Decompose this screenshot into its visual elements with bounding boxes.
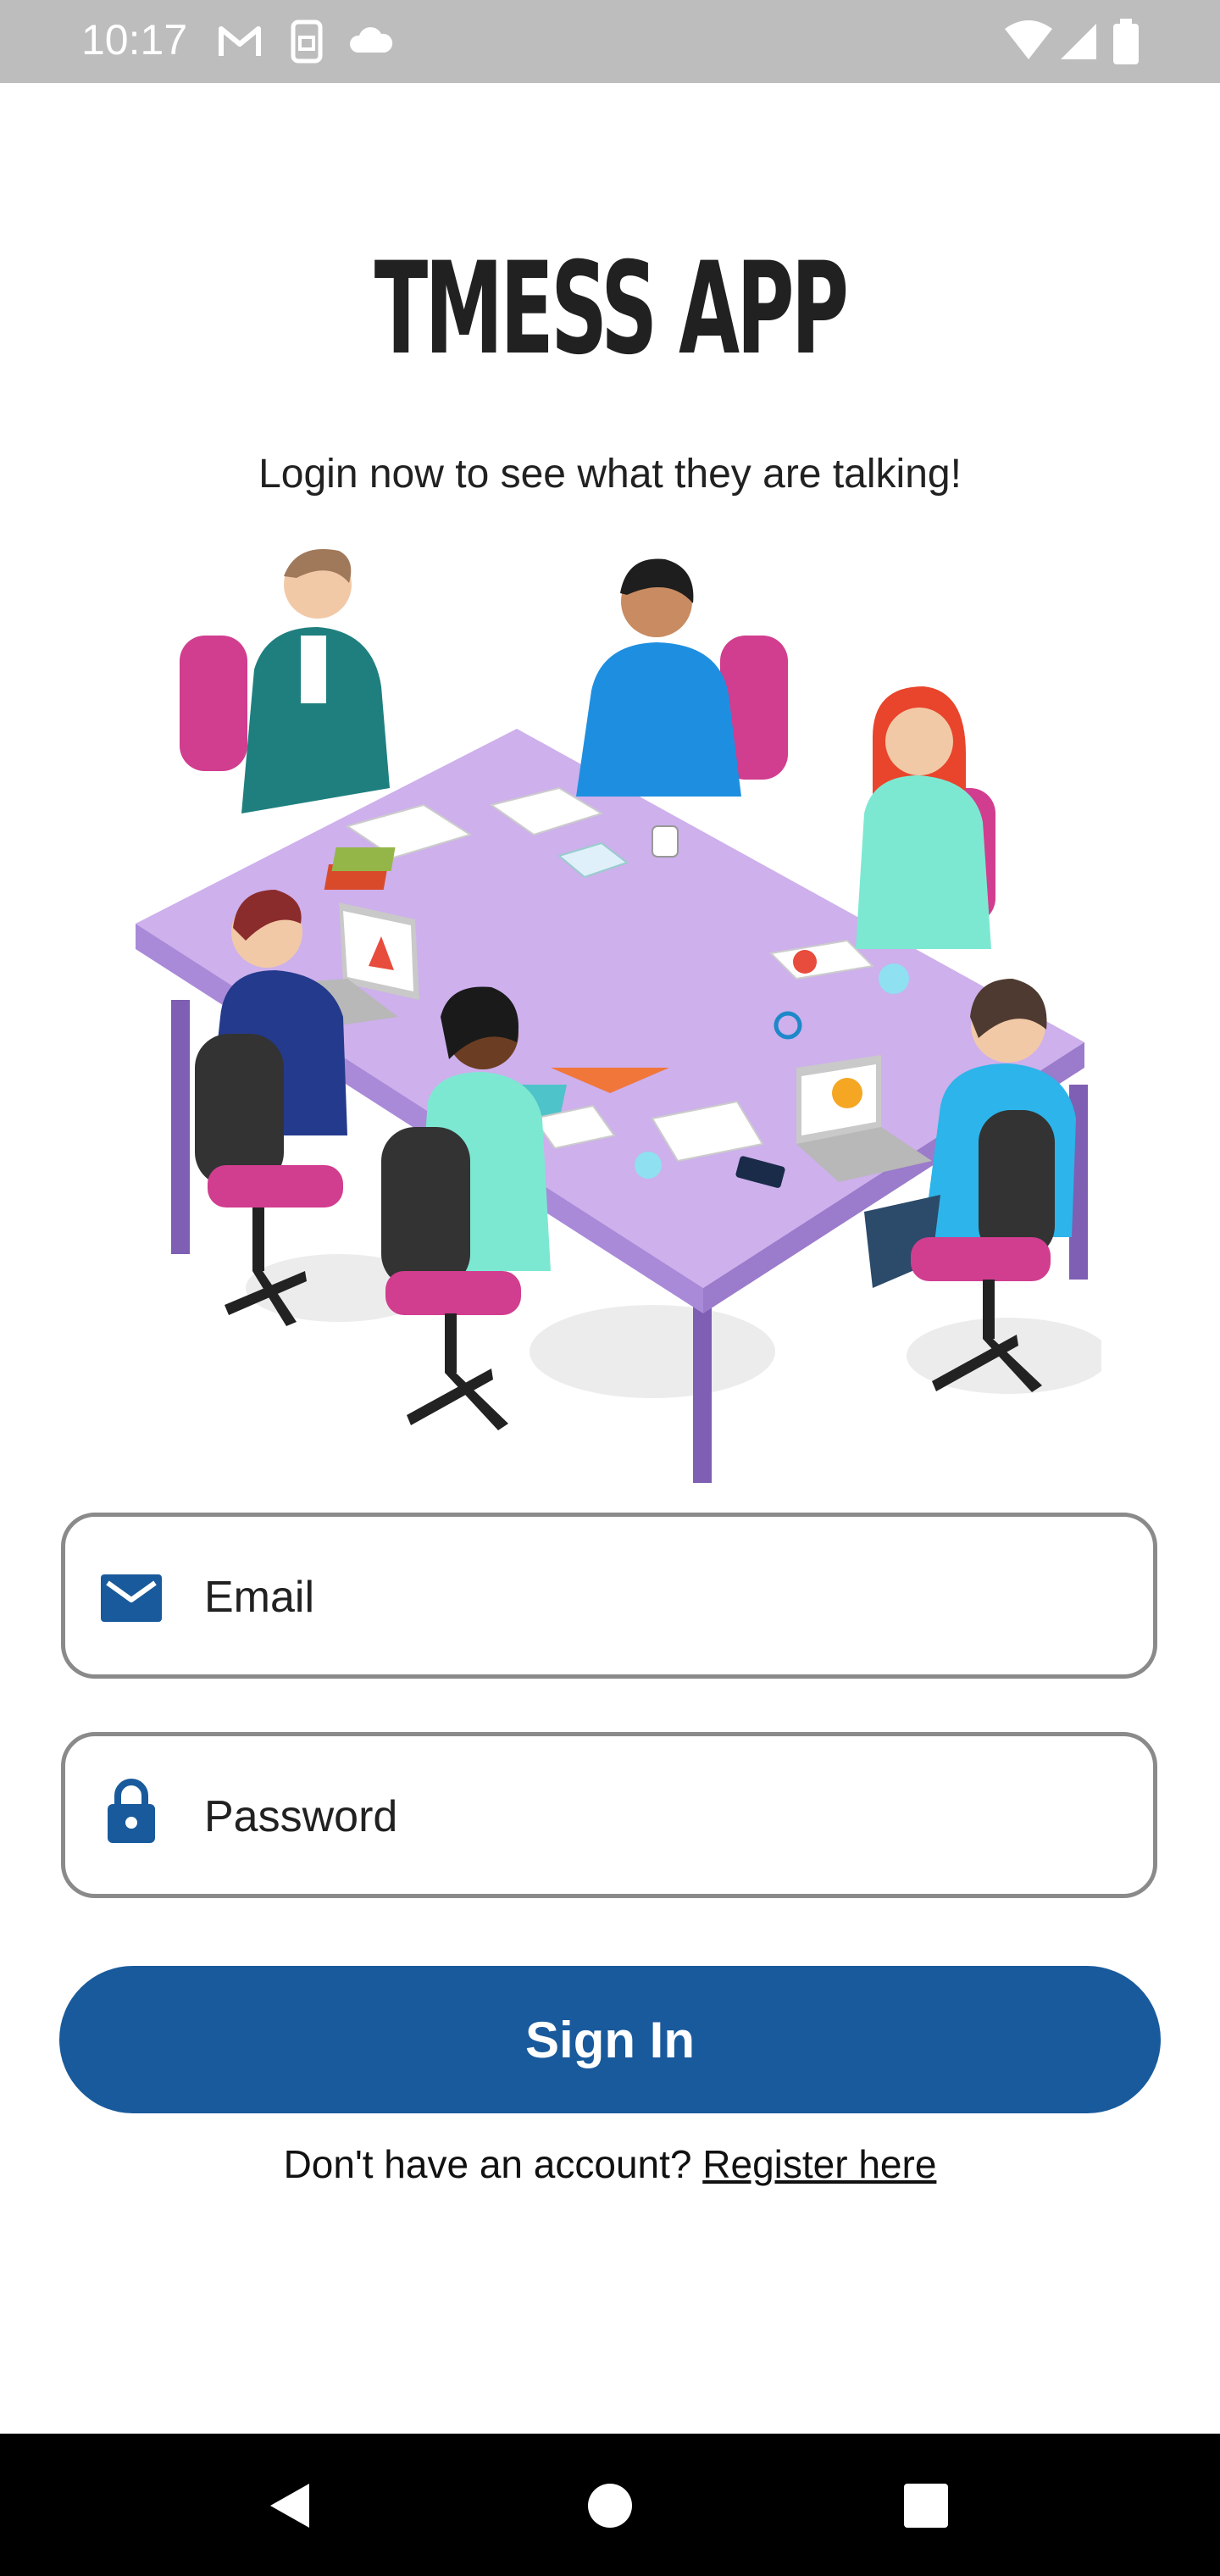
navigation-bar [0,2434,1220,2576]
register-link[interactable]: Register here [702,2142,936,2186]
team-meeting-illustration [136,549,1101,1483]
register-prompt: Don't have an account? [283,2142,692,2186]
recents-icon [904,2484,948,2528]
login-subtitle: Login now to see what they are talking! [258,452,962,497]
email-field[interactable] [61,1513,1157,1679]
back-icon [270,2484,309,2528]
home-button[interactable] [572,2468,648,2544]
gmail-icon [219,26,261,56]
status-bar: 10:17 [0,0,1220,83]
status-time: 10:17 [81,16,188,64]
register-row: Don't have an account? Register here [0,2141,1220,2187]
cloud-icon [349,27,393,53]
lock-icon [108,1779,155,1843]
back-button[interactable] [252,2468,329,2544]
password-input[interactable] [204,1770,1119,1863]
recents-button[interactable] [888,2468,964,2544]
home-icon [588,2484,632,2528]
email-icon [101,1574,162,1622]
email-input[interactable] [204,1551,1119,1644]
password-field[interactable] [61,1732,1157,1898]
wifi-icon [1005,20,1052,59]
app-title: TMESS APP [374,236,849,383]
battery-icon [1113,19,1139,64]
sign-in-button[interactable]: Sign In [59,1966,1161,2113]
sim-icon [291,19,323,64]
signal-icon [1061,24,1096,59]
